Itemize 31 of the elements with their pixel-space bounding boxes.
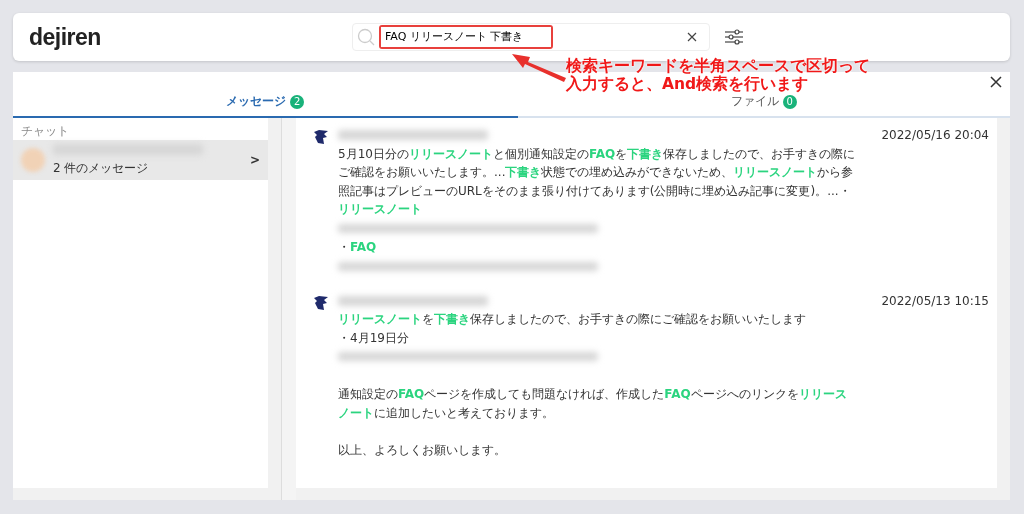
scrollbar[interactable] <box>997 118 1010 488</box>
message-text: 以上、よろしくお願いします。 <box>338 441 507 459</box>
message-time: 2022/05/13 10:15 <box>881 292 989 310</box>
logo: dejiren <box>29 22 101 52</box>
scrollbar[interactable] <box>13 488 281 500</box>
chat-subtitle: 2 件のメッセージ <box>53 159 150 177</box>
message-text: リリースノートを下書き保存しましたので、お手すきの際にご確認をお願いいたします <box>338 311 807 329</box>
annotation-text: 検索キーワードを半角スペースで区切って <box>566 58 870 75</box>
tab[interactable]: メッセージ 2 <box>226 92 305 116</box>
avatar-placeholder <box>21 148 45 172</box>
count-badge: 2 <box>290 95 305 109</box>
close-icon[interactable] <box>990 76 1002 88</box>
search-input[interactable]: FAQ リリースノート 下書き <box>381 26 551 48</box>
filter-icon[interactable] <box>724 29 744 45</box>
message-text: 5月10日分のリリースノートと個別通知設定のFAQを下書き保存しましたので、お手すきの際にご確認をお願いいたします。...下書き状態での埋め込みができないため、リリースノートから参照記事はプレビューのURLをそのまま張り付けてあります(公開時に埋め込み記事に変更)。...・リリースノート <box>338 145 857 219</box>
avatar-icon <box>312 293 330 312</box>
tab[interactable]: ファイル 0 <box>730 92 797 116</box>
annotation-text: 入力すると、And検索を行います <box>566 75 810 94</box>
message-time: 2022/05/16 20:04 <box>881 127 989 144</box>
message-text: 通知設定のFAQページを作成しても問題なければ、作成したFAQページへのリンクをリリースノートに追加したいと考えております。 <box>338 385 848 422</box>
scrollbar[interactable] <box>268 118 281 488</box>
scrollbar[interactable] <box>296 488 1010 500</box>
section-heading: チャット <box>20 123 70 140</box>
chat-item[interactable]: 2 件のメッセージ > <box>13 140 268 180</box>
message-text: ・FAQ <box>338 238 378 256</box>
avatar-icon <box>312 128 330 146</box>
count-badge: 0 <box>782 95 797 109</box>
search-icon <box>357 28 375 46</box>
clear-icon[interactable] <box>687 32 697 42</box>
message-text: ・4月19日分 <box>338 329 410 347</box>
chevron-text: > <box>249 152 260 169</box>
